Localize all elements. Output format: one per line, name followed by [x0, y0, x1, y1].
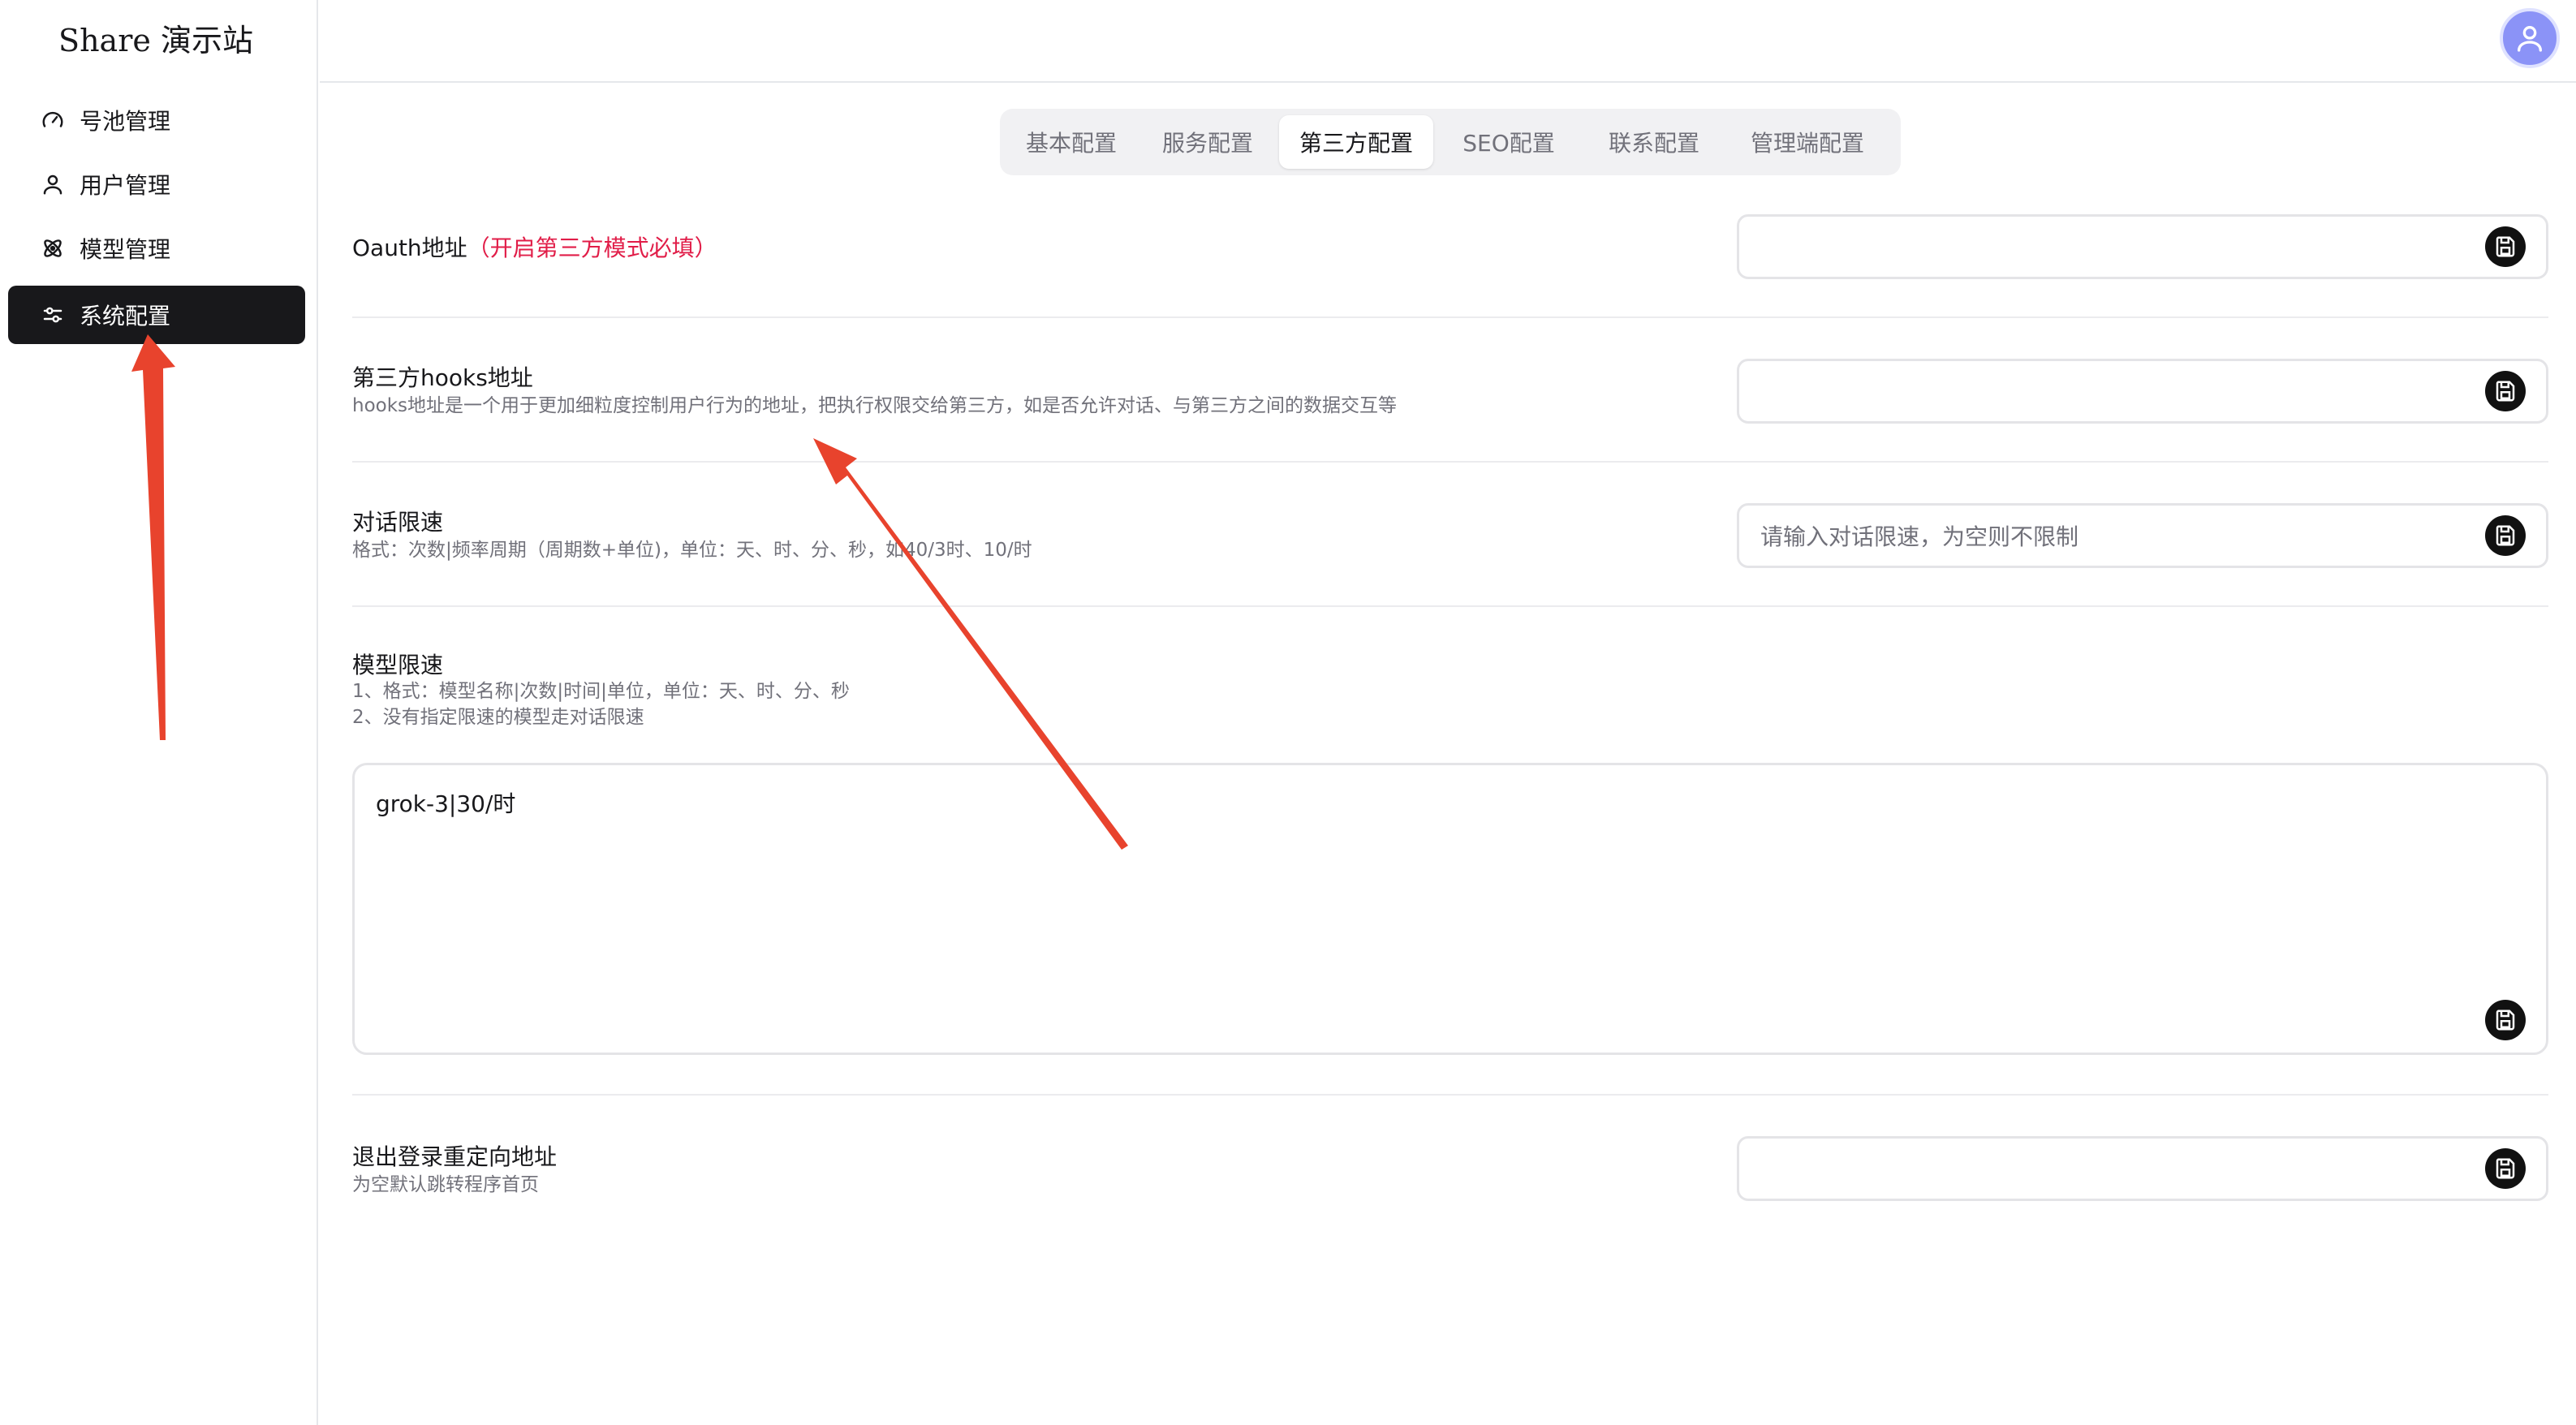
- rate-limit-save-button[interactable]: [2485, 515, 2526, 556]
- save-icon: [2496, 1158, 2515, 1179]
- sidebar-item-pool[interactable]: 号池管理: [8, 91, 305, 149]
- config-tabs: 基本配置 服务配置 第三方配置 SEO配置 联系配置 管理端配置: [1000, 109, 1901, 175]
- tab-third-party[interactable]: 第三方配置: [1279, 115, 1433, 169]
- oauth-save-button[interactable]: [2485, 226, 2526, 267]
- top-bar: [320, 0, 2576, 83]
- model-limit-description-2: 2、没有指定限速的模型走对话限速: [352, 707, 644, 728]
- tab-basic[interactable]: 基本配置: [1006, 115, 1136, 169]
- oauth-label: Oauth地址（开启第三方模式必填）: [352, 230, 717, 263]
- brand-title: Share 演示站: [58, 23, 253, 58]
- logout-redirect-save-button[interactable]: [2485, 1148, 2526, 1189]
- sidebar-item-users[interactable]: 用户管理: [8, 155, 305, 213]
- gauge-icon: [41, 108, 65, 132]
- save-icon: [2496, 1010, 2515, 1031]
- divider: [352, 1094, 2548, 1096]
- sidebar: Share 演示站 号池管理 用户管理 模型管理 系统配置: [0, 0, 318, 1425]
- model-limit-value: grok-3|30/时: [376, 790, 516, 817]
- rate-limit-input[interactable]: 请输入对话限速，为空则不限制: [1737, 503, 2548, 568]
- logout-redirect-label: 退出登录重定向地址: [352, 1143, 558, 1170]
- hooks-url-input[interactable]: [1737, 359, 2548, 424]
- logout-redirect-description: 为空默认跳转程序首页: [352, 1174, 539, 1195]
- model-limit-textarea[interactable]: grok-3|30/时: [352, 763, 2548, 1055]
- tab-seo[interactable]: SEO配置: [1433, 115, 1584, 169]
- sidebar-item-models[interactable]: 模型管理: [8, 219, 305, 278]
- hooks-save-button[interactable]: [2485, 371, 2526, 411]
- sidebar-item-label: 系统配置: [80, 303, 171, 329]
- divider: [352, 605, 2548, 607]
- sidebar-item-label: 模型管理: [80, 236, 171, 263]
- save-icon: [2496, 236, 2515, 257]
- oauth-url-input[interactable]: [1737, 214, 2548, 279]
- tab-admin[interactable]: 管理端配置: [1724, 115, 1891, 169]
- atom-icon: [41, 236, 65, 260]
- rate-limit-label: 对话限速: [352, 509, 444, 536]
- oauth-label-text: Oauth地址: [352, 235, 467, 261]
- save-icon: [2496, 381, 2515, 402]
- sidebar-item-label: 号池管理: [80, 108, 171, 135]
- divider: [352, 461, 2548, 463]
- app-root: Share 演示站 号池管理 用户管理 模型管理 系统配置 基本配置 服务配置 …: [0, 0, 2576, 1425]
- oauth-required-note: （开启第三方模式必填）: [467, 235, 717, 261]
- model-limit-description-1: 1、格式：模型名称|次数|时间|单位，单位：天、时、分、秒: [352, 681, 850, 702]
- sliders-icon: [41, 303, 65, 327]
- model-limit-label: 模型限速: [352, 652, 444, 678]
- rate-limit-placeholder: 请输入对话限速，为空则不限制: [1760, 523, 2079, 550]
- rate-limit-description: 格式：次数|频率周期（周期数+单位)，单位：天、时、分、秒，如40/3时、10/…: [352, 540, 1032, 561]
- hooks-description: hooks地址是一个用于更加细粒度控制用户行为的地址，把执行权限交给第三方，如是…: [352, 395, 1398, 416]
- sidebar-item-system-config[interactable]: 系统配置: [8, 286, 305, 344]
- divider: [352, 316, 2548, 318]
- user-avatar-icon[interactable]: [2500, 8, 2560, 68]
- user-icon: [41, 172, 65, 196]
- hooks-label: 第三方hooks地址: [352, 364, 533, 391]
- tab-service[interactable]: 服务配置: [1136, 115, 1279, 169]
- save-icon: [2496, 525, 2515, 546]
- model-limit-save-button[interactable]: [2485, 1000, 2526, 1040]
- sidebar-item-label: 用户管理: [80, 172, 171, 199]
- logout-redirect-input[interactable]: [1737, 1136, 2548, 1201]
- tab-contact[interactable]: 联系配置: [1584, 115, 1724, 169]
